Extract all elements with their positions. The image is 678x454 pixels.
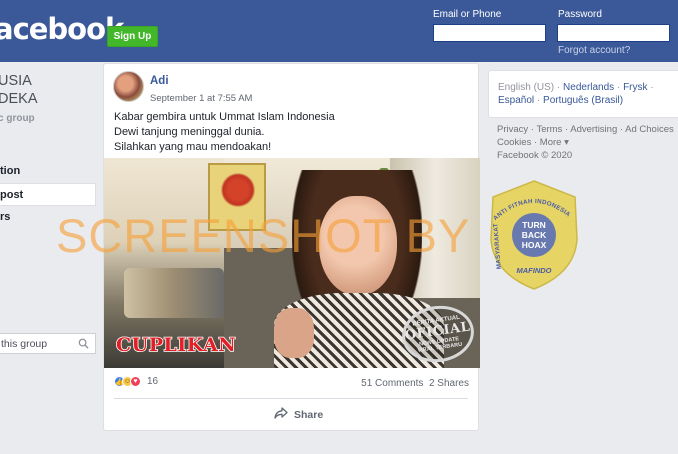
group-title[interactable]: USIA DEKA bbox=[0, 72, 38, 108]
reaction-summary[interactable]: 👍 ☺ ♥ 16 bbox=[114, 376, 158, 387]
footer-link[interactable]: Terms bbox=[536, 124, 562, 135]
footer-links: Privacy · Terms · Advertising · Ad Choic… bbox=[497, 123, 678, 162]
love-reaction-icon: ♥ bbox=[130, 376, 141, 387]
post-author[interactable]: Adi bbox=[150, 75, 169, 87]
shares-count[interactable]: 2 Shares bbox=[429, 378, 469, 389]
post-timestamp[interactable]: September 1 at 7:55 AM bbox=[150, 93, 252, 104]
group-search-input[interactable]: this group bbox=[0, 333, 96, 354]
footer-link[interactable]: Ad Choices bbox=[625, 124, 674, 135]
badge-mafindo-text: MAFINDO bbox=[517, 266, 552, 275]
post-text-line: Kabar gembira untuk Ummat Islam Indonesi… bbox=[114, 111, 335, 123]
post-text-line: Dewi tanjung meninggal dunia. bbox=[114, 126, 265, 138]
language-row: English (US) · Nederlands · Frysk · bbox=[498, 82, 654, 93]
footer-row: Cookies · More ▾ bbox=[497, 137, 569, 148]
search-placeholder: this group bbox=[1, 337, 48, 350]
language-selector: English (US) · Nederlands · Frysk · Espa… bbox=[488, 70, 678, 118]
mafindo-badge-logo: MASYARAKAT ANTI FITNAH INDONESIA TURN BA… bbox=[490, 180, 578, 290]
password-label: Password bbox=[558, 9, 602, 20]
top-bar: acebook Sign Up Email or Phone Password … bbox=[0, 0, 678, 62]
group-type: c group bbox=[0, 113, 35, 124]
caret-down-icon: ▾ bbox=[564, 137, 569, 148]
language-link[interactable]: Frysk bbox=[623, 82, 647, 93]
share-label: Share bbox=[294, 408, 324, 421]
language-link[interactable]: Nederlands bbox=[563, 82, 614, 93]
video-person-hand bbox=[274, 308, 314, 358]
forgot-account-link[interactable]: Forgot account? bbox=[558, 45, 630, 56]
comments-count[interactable]: 51 Comments bbox=[361, 378, 423, 389]
author-avatar[interactable] bbox=[113, 71, 144, 102]
engagement-counts: 51 Comments 2 Shares bbox=[361, 378, 469, 389]
group-title-line: DEKA bbox=[0, 91, 38, 107]
post-text: Kabar gembira untuk Ummat Islam Indonesi… bbox=[114, 110, 335, 155]
footer-link[interactable]: Cookies bbox=[497, 137, 531, 148]
post-divider bbox=[114, 398, 468, 399]
search-icon[interactable] bbox=[78, 338, 89, 352]
badge-turn-text: TURN bbox=[522, 220, 546, 230]
screenshot-watermark: SCREENSHOT BY bbox=[56, 209, 471, 262]
video-caption: CUPLIKAN bbox=[115, 333, 237, 357]
badge-back-text: BACK bbox=[522, 230, 547, 240]
group-nav-item[interactable]: tion bbox=[0, 160, 96, 183]
footer-more-link[interactable]: More bbox=[540, 137, 562, 148]
language-link[interactable]: Español bbox=[498, 95, 534, 106]
footer-link[interactable]: Privacy bbox=[497, 124, 528, 135]
video-shelf bbox=[124, 268, 224, 318]
post-video[interactable]: CUPLIKAN BERITA AKTUAL OFICIAL NEWS UPDA… bbox=[104, 158, 480, 368]
share-button[interactable]: Share bbox=[274, 407, 323, 422]
sign-up-button[interactable]: Sign Up bbox=[107, 26, 158, 47]
language-row: Español · Português (Brasil) bbox=[498, 95, 624, 106]
post-text-line: Silahkan yang mau mendoakan! bbox=[114, 141, 272, 153]
share-icon bbox=[274, 407, 294, 422]
facebook-logo[interactable]: acebook bbox=[0, 12, 124, 46]
group-title-line: USIA bbox=[0, 73, 32, 89]
badge-hoax-text: HOAX bbox=[522, 240, 547, 250]
footer-link[interactable]: Advertising bbox=[570, 124, 617, 135]
language-current[interactable]: English (US) bbox=[498, 82, 554, 93]
group-nav-item-active[interactable]: post bbox=[0, 183, 96, 206]
copyright: Facebook © 2020 bbox=[497, 150, 573, 161]
email-label: Email or Phone bbox=[433, 9, 502, 20]
password-field[interactable] bbox=[557, 24, 670, 42]
reaction-count: 16 bbox=[147, 376, 159, 387]
language-link[interactable]: Português (Brasil) bbox=[543, 95, 623, 106]
footer-row: Privacy · Terms · Advertising · Ad Choic… bbox=[497, 124, 674, 135]
email-field[interactable] bbox=[433, 24, 546, 42]
